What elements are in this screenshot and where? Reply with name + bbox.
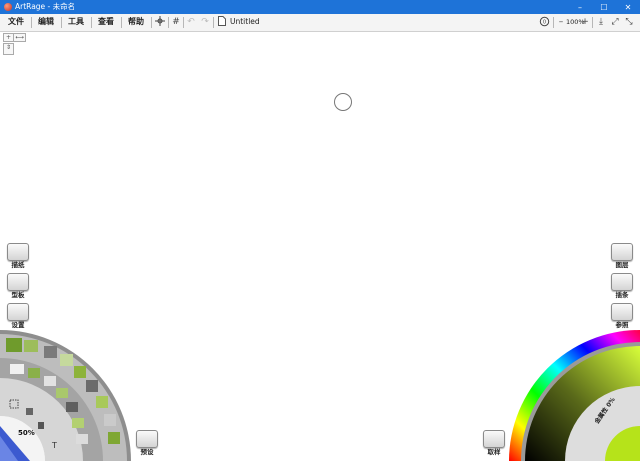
brush-size-readout: 50% (18, 429, 35, 437)
maximize-button[interactable]: ☐ (592, 0, 616, 14)
tool-picker[interactable]: T (0, 330, 135, 461)
svg-text:T: T (51, 441, 57, 450)
menu-edit[interactable]: 编辑 (38, 16, 54, 28)
close-button[interactable]: ✕ (616, 0, 640, 14)
crosshair-guide-icon[interactable] (154, 16, 166, 28)
reference-button[interactable]: 参照 (610, 303, 634, 331)
expand-icon[interactable]: ⤢ (610, 16, 620, 28)
sticker-button[interactable]: 插条 (610, 273, 634, 301)
title-bar: ArtRage - 未命名 – ☐ ✕ (0, 0, 640, 14)
toolbar-separator (592, 17, 593, 28)
artrage-logo-icon (4, 3, 12, 11)
stencil-button[interactable]: 型板 (6, 273, 30, 301)
stencil-icon (7, 273, 29, 291)
menu-bar: 文件 编辑 工具 查看 帮助 # ↶ ↷ Untitled 0 – 100% +… (0, 14, 640, 32)
pin-icon (611, 303, 633, 321)
presets-button[interactable]: 预设 (135, 430, 159, 458)
document-title: Untitled (230, 17, 260, 26)
folder-icon (136, 430, 158, 448)
svg-text:0: 0 (542, 20, 545, 26)
zoom-in-button[interactable]: + (581, 16, 589, 28)
toolbar-separator (183, 17, 184, 28)
toolbar-separator (168, 17, 169, 28)
brush-cursor (334, 93, 352, 111)
menu-separator (61, 17, 62, 28)
swatches-button[interactable]: 取样 (482, 430, 506, 458)
reference-label: 参照 (615, 321, 629, 329)
menu-separator (151, 17, 152, 28)
rotate-canvas-icon[interactable]: 0 (538, 16, 550, 28)
grid-icon[interactable]: # (171, 16, 181, 28)
minimize-button[interactable]: – (568, 0, 592, 14)
swatches-label: 取样 (487, 448, 501, 456)
settings-label: 设置 (11, 321, 25, 329)
layers-label: 图层 (615, 261, 629, 269)
color-picker[interactable] (505, 330, 640, 461)
stencil-label: 型板 (11, 291, 25, 299)
layers-icon (611, 243, 633, 261)
person-icon (611, 273, 633, 291)
canvas-slider-control[interactable]: ⟷ (13, 33, 26, 42)
menu-separator (121, 17, 122, 28)
zoom-out-button[interactable]: – (557, 16, 565, 28)
fit-to-screen-icon[interactable]: ⤓ (596, 16, 606, 28)
menu-view[interactable]: 查看 (98, 16, 114, 28)
layers-button[interactable]: 图层 (610, 243, 634, 271)
undo-icon[interactable]: ↶ (186, 16, 196, 28)
menu-file[interactable]: 文件 (8, 16, 24, 28)
menu-separator (31, 17, 32, 28)
sticker-label: 插条 (615, 291, 629, 299)
toolbar-separator (213, 17, 214, 28)
menu-help[interactable]: 帮助 (128, 16, 144, 28)
menu-tools[interactable]: 工具 (68, 16, 84, 28)
swatches-icon (483, 430, 505, 448)
sliders-icon (7, 303, 29, 321)
redo-icon[interactable]: ↷ (200, 16, 210, 28)
presets-label: 预设 (140, 448, 154, 456)
canvas-vertical-control[interactable]: ⇕ (3, 43, 14, 55)
menu-separator (91, 17, 92, 28)
fullscreen-icon[interactable]: ⤡ (624, 16, 634, 28)
window-title: ArtRage - 未命名 (15, 2, 76, 11)
tracing-button[interactable]: 描纸 (6, 243, 30, 271)
toolbar-separator (553, 17, 554, 28)
tracing-paper-icon (7, 243, 29, 261)
document-icon (217, 16, 227, 28)
settings-button[interactable]: 设置 (6, 303, 30, 331)
tracing-label: 描纸 (11, 261, 25, 269)
